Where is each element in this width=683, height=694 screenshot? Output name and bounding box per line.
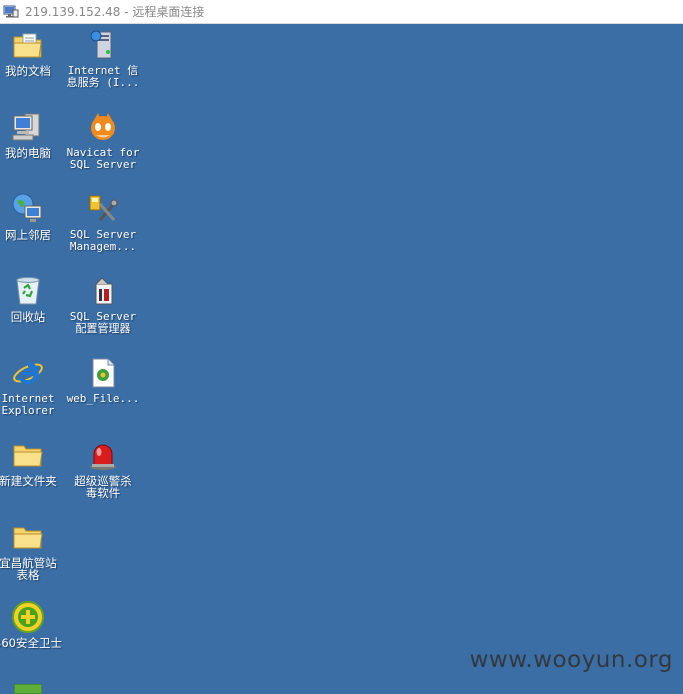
desktop-icon-360-safe[interactable]: 360安全卫士 [0, 600, 64, 649]
desktop-icon-web-file[interactable]: web_File... [67, 356, 139, 405]
folder-icon [13, 445, 43, 467]
desktop-icon-label: SQL Server 配置管理器 [69, 310, 137, 335]
desktop-icon-label: 超级巡警杀 毒软件 [74, 474, 132, 500]
sql-config-manager-icon [95, 277, 113, 305]
remote-desktop-icon [3, 5, 19, 17]
desktop-icon-network-places[interactable]: 网上邻居 [0, 192, 64, 241]
network-places-icon [12, 193, 42, 222]
desktop-icon-label: Navicat for SQL Server [66, 146, 140, 171]
internet-explorer-icon [13, 362, 43, 384]
desktop-icon-label: 360安全卫士 [0, 636, 62, 650]
recycle-bin-icon [16, 277, 40, 305]
my-computer-icon [12, 113, 40, 141]
desktop-icon-iis[interactable]: Internet 信 息服务 (I... [67, 28, 139, 89]
desktop-icon-label: 宜昌航管站 表格 [0, 556, 57, 582]
desktop-icon-sql-config-manager[interactable]: SQL Server 配置管理器 [67, 274, 139, 335]
desktop-icon-navicat[interactable]: Navicat for SQL Server [67, 110, 139, 171]
desktop-icon-yichang-table[interactable]: 宜昌航管站 表格 [0, 520, 64, 581]
watermark: www.wooyun.org [469, 647, 673, 673]
partial-desktop-icon [14, 684, 42, 694]
my-documents-icon [13, 33, 42, 58]
desktop-icon-sql-management[interactable]: SQL Server Managem... [67, 192, 139, 253]
desktop-icon-label: Internet Explorer [1, 392, 55, 417]
desktop-icon-internet-explorer[interactable]: Internet Explorer [0, 356, 64, 417]
desktop-icon-label: web_File... [66, 392, 140, 405]
desktop-icon-my-documents[interactable]: 我的文档 [0, 28, 64, 77]
desktop-icon-label: Internet 信 息服务 (I... [66, 64, 140, 89]
window-title: 219.139.152.48 - 远程桌面连接 [25, 5, 205, 19]
desktop-icon-my-computer[interactable]: 我的电脑 [0, 110, 64, 159]
desktop: 我的文档 我的电脑 网上邻居 回收站 Internet Explorer 新建文… [0, 24, 683, 694]
desktop-icon-new-folder[interactable]: 新建文件夹 [0, 438, 64, 487]
folder-icon [13, 527, 43, 549]
desktop-icon-label: 新建文件夹 [0, 474, 57, 488]
desktop-icon-antivirus[interactable]: 超级巡警杀 毒软件 [67, 438, 139, 499]
desktop-icon-recycle-bin[interactable]: 回收站 [0, 274, 64, 323]
desktop-icon-label: 网上邻居 [5, 228, 51, 242]
iis-server-icon [90, 30, 112, 59]
web-file-icon [92, 358, 115, 388]
desktop-icon-label: SQL Server Managem... [69, 228, 137, 253]
navicat-icon [91, 113, 115, 140]
desktop-icon-label: 回收站 [10, 310, 46, 324]
360-safe-icon [12, 601, 44, 633]
antivirus-siren-icon [90, 444, 116, 470]
window-titlebar[interactable]: 219.139.152.48 - 远程桌面连接 [0, 0, 683, 24]
sql-management-icon [89, 195, 118, 221]
desktop-icon-label: 我的电脑 [5, 146, 51, 160]
desktop-icon-label: 我的文档 [5, 64, 51, 78]
